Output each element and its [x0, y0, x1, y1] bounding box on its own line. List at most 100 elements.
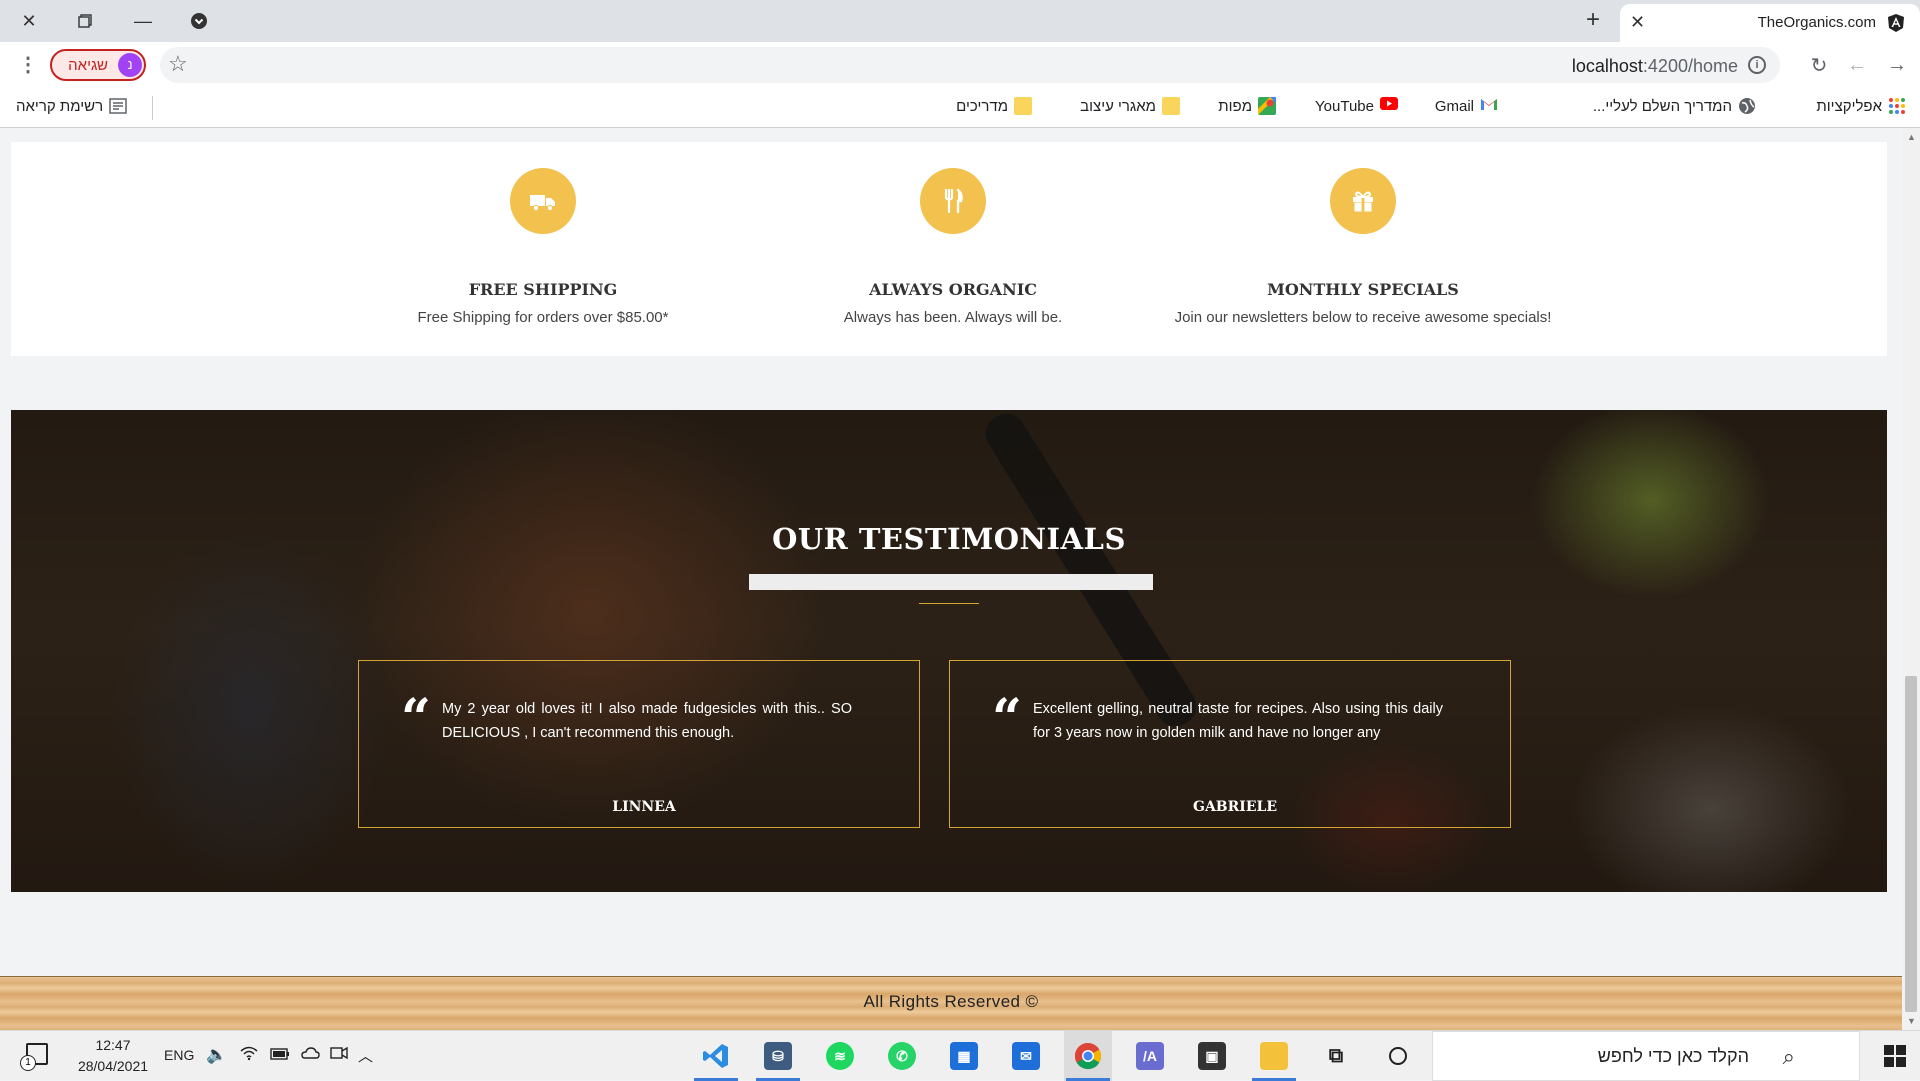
heading-accent-line: [919, 603, 979, 604]
azure-data-studio-icon: /A: [1136, 1042, 1164, 1070]
taskbar-task-view[interactable]: ⧉: [1312, 1031, 1360, 1081]
bookmark-label: אפליקציות: [1816, 97, 1882, 115]
start-windows-icon[interactable]: [1884, 1045, 1906, 1067]
bookmark-label: מפות: [1218, 97, 1252, 115]
taskbar-calendar[interactable]: ▦: [940, 1031, 988, 1081]
quote-icon: “: [401, 688, 431, 749]
bookmark-label: YouTube: [1315, 97, 1374, 115]
system-clock[interactable]: 12:47 28/04/2021: [70, 1035, 156, 1077]
bookmark-design-folder[interactable]: מאגרי עיצוב: [1080, 97, 1180, 115]
taskbar-spotify[interactable]: ≋: [816, 1031, 864, 1081]
file-explorer-icon: [1260, 1042, 1288, 1070]
taskbar-store[interactable]: ▣: [1188, 1031, 1236, 1081]
close-window-icon[interactable]: ✕: [14, 6, 44, 36]
taskbar-mail[interactable]: ✉: [1002, 1031, 1050, 1081]
footer-copyright: All Rights Reserved ©: [863, 992, 1039, 1011]
meet-now-icon[interactable]: [330, 1045, 348, 1065]
tab-theorganics[interactable]: TheOrganics.com ✕: [1620, 4, 1920, 42]
globe-icon: [1738, 97, 1756, 115]
reading-list-icon: [109, 97, 127, 115]
feature-description: Free Shipping for orders over $85.00*: [417, 309, 669, 326]
feature-icon-circle: [510, 168, 576, 234]
folder-icon: [1014, 97, 1032, 115]
page-scrollbar[interactable]: ▲ ▼: [1902, 128, 1920, 1030]
url-text[interactable]: localhost:4200/home: [1572, 56, 1738, 77]
browser-menu-icon[interactable]: ⋮: [18, 52, 38, 77]
url-path: :4200/home: [1642, 56, 1738, 76]
testimonial-card: “ Excellent gelling, neutral taste for r…: [949, 660, 1511, 828]
address-bar: → ← ↻ i localhost:4200/home ☆ נ שגיאה ⋮: [0, 42, 1920, 88]
taskbar-mysql[interactable]: ⛁: [754, 1031, 802, 1081]
gmail-icon: [1480, 97, 1498, 115]
feature-description: Join our newsletters below to receive aw…: [1174, 309, 1552, 326]
mail-icon: ✉: [1012, 1042, 1040, 1070]
feature-title: MONTHLY SPECIALS: [1267, 280, 1459, 299]
whatsapp-icon: ✆: [888, 1042, 916, 1070]
gift-icon: [1353, 191, 1373, 212]
calendar-icon: ▦: [950, 1042, 978, 1070]
taskbar-azure-studio[interactable]: /A: [1126, 1031, 1174, 1081]
testimonial-author: LINNEA: [612, 799, 676, 815]
scroll-up-arrow-icon[interactable]: ▲: [1907, 132, 1916, 142]
feature-description: Always has been. Always will be.: [843, 309, 1063, 326]
omnibox[interactable]: i localhost:4200/home ☆: [160, 47, 1780, 83]
bookmark-gmail[interactable]: Gmail: [1435, 97, 1498, 115]
taskbar-file-explorer[interactable]: [1250, 1031, 1298, 1081]
bookmark-star-icon[interactable]: ☆: [168, 51, 188, 77]
site-info-icon[interactable]: i: [1748, 56, 1766, 74]
bookmarks-bar: אפליקציות המדריך השלם לעליי... Gmail You…: [0, 88, 1920, 128]
bookmark-maps[interactable]: מפות: [1218, 97, 1276, 115]
testimonials-heading: OUR TESTIMONIALS: [772, 522, 1126, 556]
bookmark-label: מדריכים: [956, 97, 1008, 115]
onedrive-icon[interactable]: [300, 1045, 320, 1065]
tab-close-icon[interactable]: ✕: [1630, 12, 1645, 33]
chrome-icon: [1074, 1042, 1102, 1070]
clock-time: 12:47: [95, 1037, 131, 1053]
bookmark-guide[interactable]: המדריך השלם לעליי...: [1593, 97, 1756, 115]
utensils-icon: [944, 188, 963, 214]
vscode-icon: [702, 1042, 730, 1070]
angular-icon: [1886, 13, 1906, 33]
bookmark-guides-folder[interactable]: מדריכים: [956, 97, 1032, 115]
minimize-window-icon[interactable]: —: [128, 6, 158, 36]
folder-icon: [1162, 97, 1180, 115]
new-tab-button[interactable]: +: [1586, 6, 1600, 34]
store-icon: ▣: [1198, 1042, 1226, 1070]
scrollbar-thumb[interactable]: [1905, 676, 1917, 1012]
cortana-icon: [1384, 1042, 1412, 1070]
scroll-down-arrow-icon[interactable]: ▼: [1907, 1016, 1916, 1026]
restore-window-icon[interactable]: [70, 6, 100, 36]
show-hidden-icons-chevron-icon[interactable]: ︿: [358, 1045, 373, 1066]
taskbar-whatsapp[interactable]: ✆: [878, 1031, 926, 1081]
windows-taskbar: 1 12:47 28/04/2021 ENG 🔈 ︿ ⛁ ≋ ✆ ▦ ✉ /A …: [0, 1030, 1920, 1081]
reading-list-button[interactable]: רשימת קריאה: [16, 97, 127, 115]
heading-underline-bar: [749, 574, 1153, 590]
taskbar-search-box[interactable]: ⌕ הקלד כאן כדי לחפש: [1432, 1031, 1860, 1081]
battery-icon[interactable]: [270, 1045, 290, 1065]
reading-list-label: רשימת קריאה: [16, 97, 104, 115]
reload-icon[interactable]: ↻: [1804, 50, 1834, 80]
taskbar-vscode[interactable]: [692, 1031, 740, 1081]
input-language[interactable]: ENG: [164, 1047, 194, 1063]
testimonial-text: Excellent gelling, neutral taste for rec…: [1033, 701, 1443, 741]
clock-date: 28/04/2021: [77, 1058, 149, 1074]
feature-title: ALWAYS ORGANIC: [869, 280, 1037, 299]
tab-bar: ✕ — + TheOrganics.com ✕: [0, 0, 1920, 42]
bookmark-apps[interactable]: אפליקציות: [1816, 97, 1906, 115]
tab-search-icon[interactable]: [184, 6, 214, 36]
bookmark-label: מאגרי עיצוב: [1080, 97, 1156, 115]
bookmark-label: Gmail: [1434, 97, 1474, 115]
profile-avatar: נ: [118, 53, 142, 77]
testimonial-card: “ My 2 year old loves it! I also made fu…: [358, 660, 920, 828]
volume-icon[interactable]: 🔈: [206, 1045, 227, 1065]
youtube-icon: [1380, 97, 1398, 115]
wifi-icon[interactable]: [240, 1045, 258, 1066]
taskbar-cortana[interactable]: [1374, 1031, 1422, 1081]
notification-center-icon[interactable]: 1: [20, 1043, 48, 1071]
back-arrow-icon[interactable]: →: [1882, 50, 1912, 80]
profile-error-button[interactable]: נ שגיאה: [50, 49, 146, 81]
forward-arrow-icon[interactable]: ←: [1842, 50, 1872, 80]
taskbar-chrome[interactable]: [1064, 1031, 1112, 1081]
bookmark-youtube[interactable]: YouTube: [1315, 97, 1398, 115]
testimonial-author: GABRIELE: [1192, 799, 1278, 815]
